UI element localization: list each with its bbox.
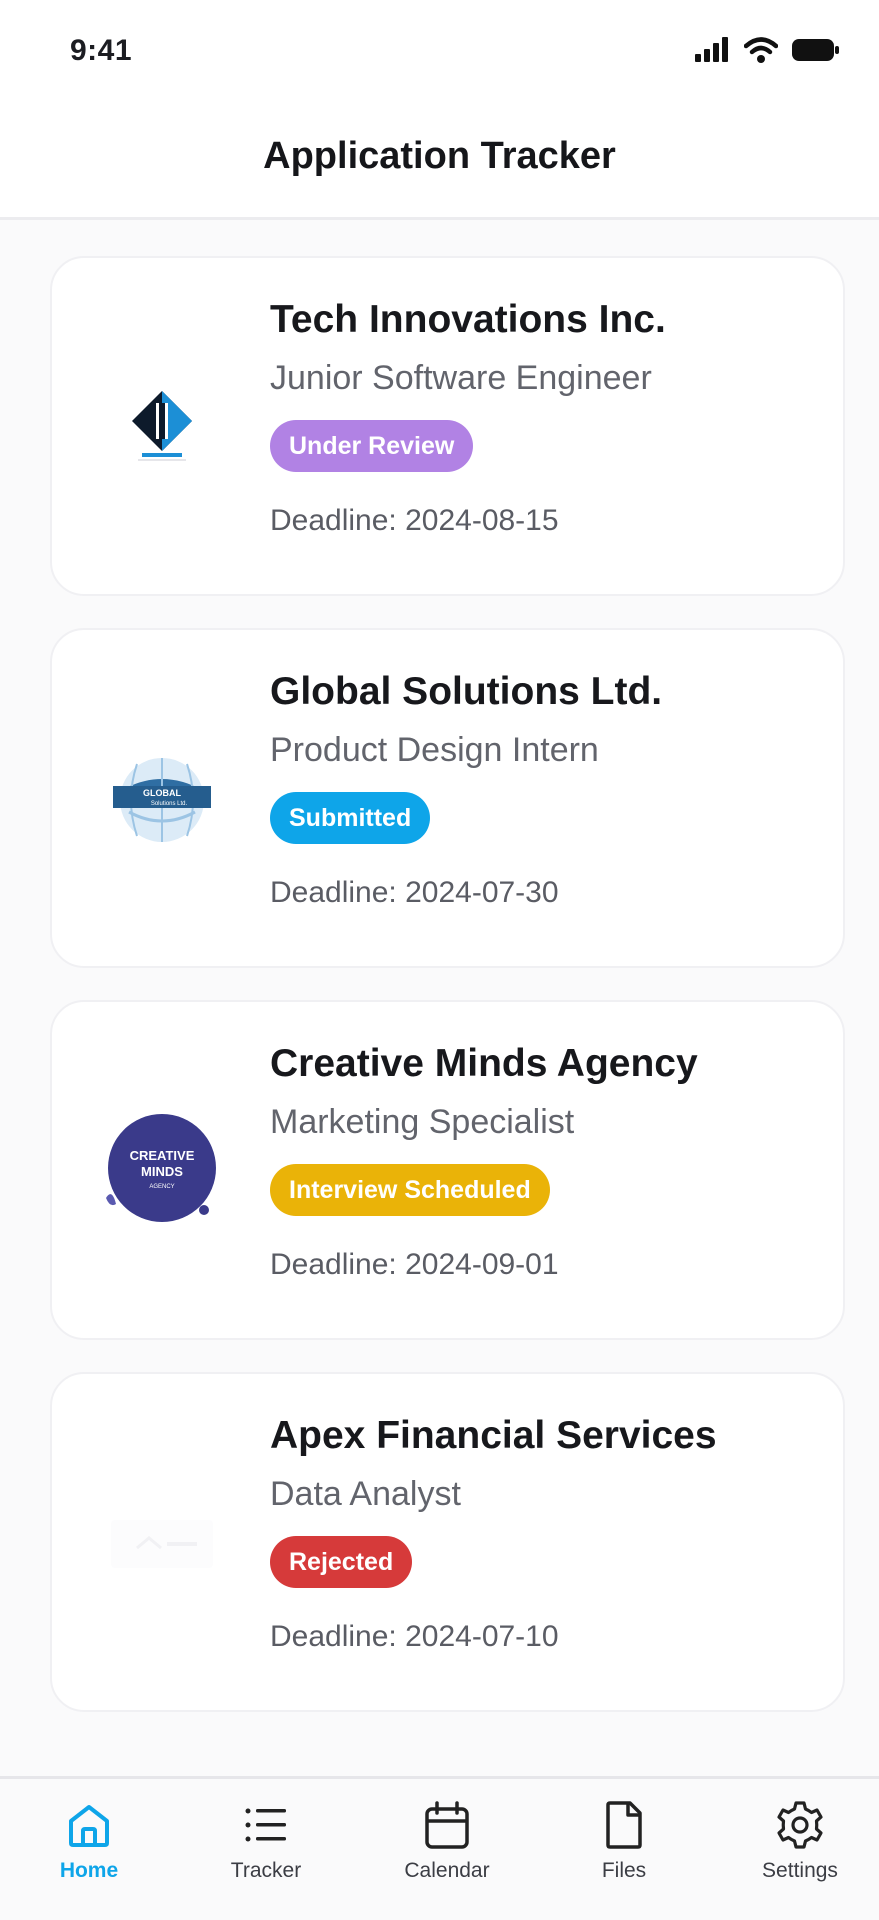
global-logo-text: GLOBAL: [143, 788, 181, 798]
app-screen: 9:41 Application Tracker Tech Innovation…: [0, 0, 879, 1920]
nav-label-tracker: Tracker: [230, 1859, 302, 1882]
job-title: Junior Software Engineer: [270, 359, 652, 397]
status-badge: Submitted: [270, 792, 431, 844]
status-badge: Under Review: [270, 420, 474, 472]
company-name: Global Solutions Ltd.: [270, 670, 663, 713]
creative-logo-text-3: AGENCY: [149, 1184, 174, 1190]
battery-icon: [792, 39, 839, 61]
nav-label-calendar: Calendar: [404, 1859, 490, 1882]
company-name: Creative Minds Agency: [270, 1042, 698, 1085]
tech-innovations-logo: [100, 358, 224, 498]
wifi-icon: [744, 37, 778, 63]
job-title: Product Design Intern: [270, 731, 599, 769]
company-name: Tech Innovations Inc.: [270, 298, 666, 341]
creative-logo-text-1: CREATIVE: [130, 1148, 195, 1163]
status-bar: 9:41: [0, 0, 879, 104]
application-card[interactable]: Apex Financial Services Data Analyst Rej…: [50, 1372, 845, 1712]
job-title: Data Analyst: [270, 1475, 461, 1513]
application-card[interactable]: CREATIVE MINDS AGENCY Creative Minds Age…: [50, 1000, 845, 1340]
status-badge: Rejected: [270, 1536, 413, 1588]
nav-label-files: Files: [601, 1859, 647, 1882]
nav-item-tracker[interactable]: Tracker: [191, 1797, 341, 1883]
bottom-nav: Home Tracker Calendar Files Settings: [0, 1776, 879, 1920]
deadline-text: Deadline: 2024-07-30: [270, 876, 559, 909]
nav-label-settings: Settings: [762, 1859, 838, 1882]
apex-financial-logo: [100, 1474, 224, 1614]
status-time: 9:41: [70, 34, 133, 67]
application-card[interactable]: GLOBAL Solutions Ltd. Global Solutions L…: [50, 628, 845, 968]
file-icon: [606, 1801, 642, 1849]
list-icon: [245, 1808, 286, 1842]
page-title: Application Tracker: [263, 135, 616, 177]
nav-item-calendar[interactable]: Calendar: [372, 1797, 522, 1883]
nav-item-settings[interactable]: Settings: [725, 1797, 875, 1883]
application-card[interactable]: Tech Innovations Inc. Junior Software En…: [50, 256, 845, 596]
creative-logo-text-2: MINDS: [141, 1164, 183, 1179]
app-header: Application Tracker: [0, 104, 879, 220]
creative-minds-logo: CREATIVE MINDS AGENCY: [100, 1102, 224, 1242]
global-solutions-logo: GLOBAL Solutions Ltd.: [100, 730, 224, 870]
signal-icon: [695, 37, 728, 62]
company-name: Apex Financial Services: [270, 1414, 717, 1457]
nav-item-home[interactable]: Home: [14, 1797, 164, 1883]
gear-icon: [777, 1801, 823, 1849]
nav-item-files[interactable]: Files: [549, 1797, 699, 1883]
nav-label-home: Home: [59, 1859, 119, 1882]
global-logo-subtext: Solutions Ltd.: [151, 801, 188, 807]
deadline-text: Deadline: 2024-07-10: [270, 1620, 559, 1653]
job-title: Marketing Specialist: [270, 1103, 575, 1141]
calendar-icon: [425, 1801, 469, 1849]
deadline-text: Deadline: 2024-08-15: [270, 504, 559, 537]
home-icon: [69, 1805, 109, 1847]
deadline-text: Deadline: 2024-09-01: [270, 1248, 559, 1281]
application-list: Tech Innovations Inc. Junior Software En…: [50, 256, 845, 1744]
status-badge: Interview Scheduled: [270, 1164, 550, 1216]
